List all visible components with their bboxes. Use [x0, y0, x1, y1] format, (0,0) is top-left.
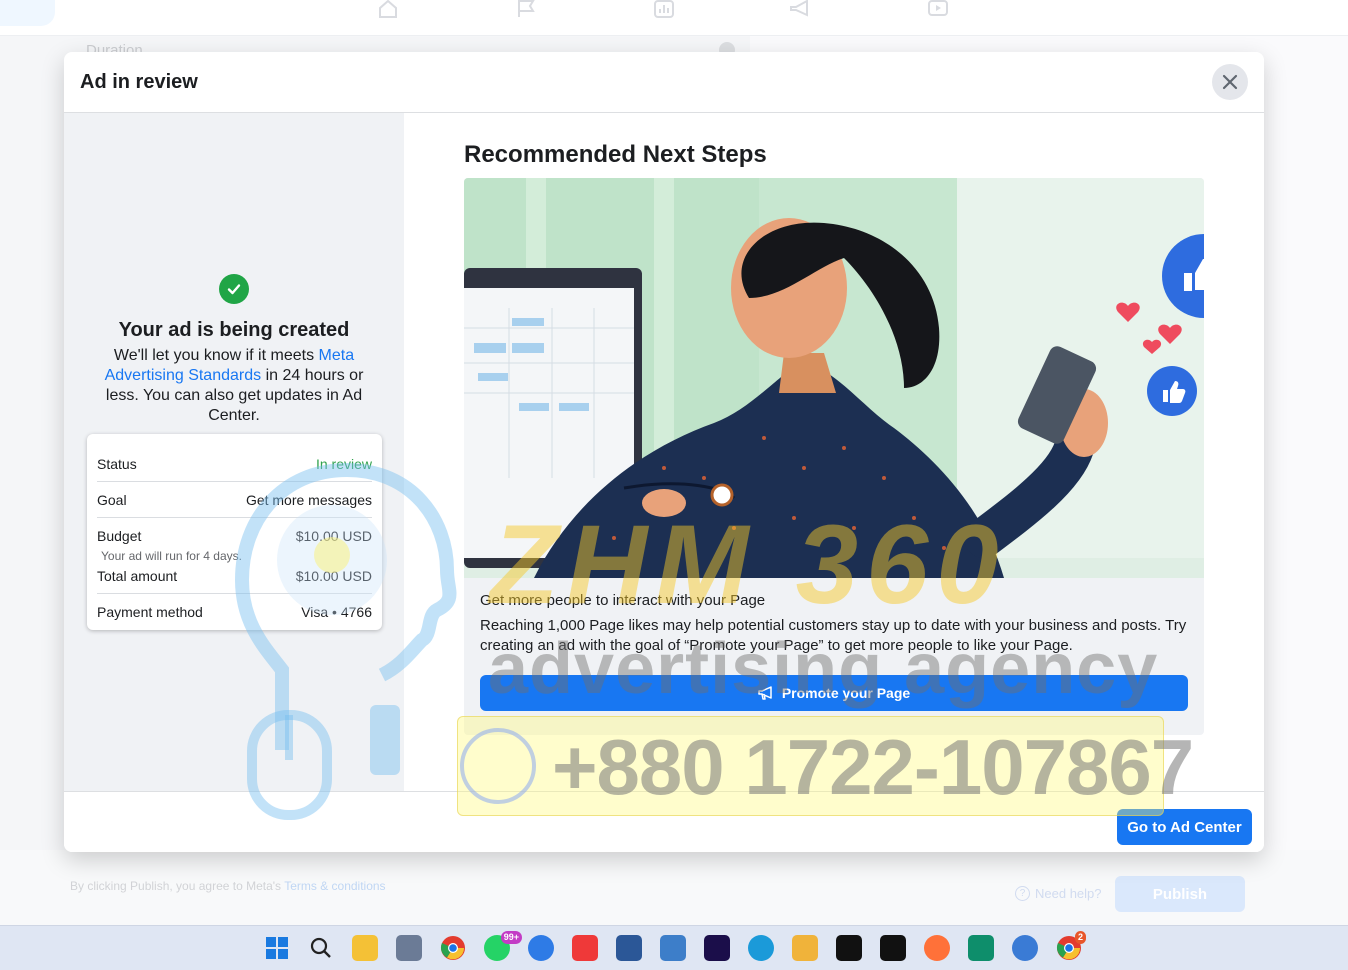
- notepad-icon[interactable]: [660, 935, 686, 961]
- confirmation-title: Your ad is being created: [118, 319, 350, 341]
- ad-in-review-modal: Ad in review Your ad is being created We…: [64, 52, 1264, 852]
- goal-label: Goal: [97, 492, 127, 508]
- windows-start-icon[interactable]: [264, 935, 290, 961]
- confirmation-pane: Your ad is being created We'll let you k…: [64, 113, 404, 791]
- vivaldi-icon[interactable]: [572, 935, 598, 961]
- word-icon[interactable]: [616, 935, 642, 961]
- goal-row: Goal Get more messages: [97, 482, 372, 518]
- promote-page-card: Get more people to interact with your Pa…: [464, 178, 1204, 735]
- budget-label: Budget: [97, 528, 142, 544]
- promote-card-heading: Get more people to interact with your Pa…: [480, 592, 766, 609]
- confirmation-description: We'll let you know if it meets Meta Adve…: [94, 346, 374, 426]
- close-icon: [1222, 74, 1238, 90]
- promote-page-label: Promote your Page: [781, 685, 911, 701]
- firefox-icon[interactable]: [924, 935, 950, 961]
- total-value: $10.00 USD: [295, 568, 372, 584]
- chrome-icon[interactable]: [440, 935, 466, 961]
- search-icon[interactable]: [308, 935, 334, 961]
- windows-taskbar: 99+ 2: [0, 925, 1348, 970]
- next-steps-pane: Recommended Next Steps Get more people t…: [404, 113, 1264, 791]
- app-store-icon[interactable]: [528, 935, 554, 961]
- chrome-profile-icon[interactable]: 2: [1056, 931, 1086, 961]
- modal-header: Ad in review: [64, 52, 1264, 113]
- ms-store-icon[interactable]: [792, 935, 818, 961]
- budget-row: Budget $10.00 USD Your ad will run for 4…: [97, 518, 372, 563]
- megaphone-icon: [758, 686, 772, 700]
- goal-value: Get more messages: [245, 492, 372, 508]
- check-circle-icon: [219, 274, 249, 304]
- terminal-icon[interactable]: [836, 935, 862, 961]
- total-label: Total amount: [97, 568, 178, 584]
- whatsapp-icon[interactable]: 99+: [484, 931, 522, 961]
- chrome-badge: 2: [1074, 931, 1086, 944]
- whatsapp-badge: 99+: [500, 931, 522, 944]
- promote-page-illustration: [464, 178, 1204, 578]
- next-steps-title: Recommended Next Steps: [464, 141, 767, 168]
- modal-title: Ad in review: [80, 71, 198, 93]
- promote-page-button[interactable]: Promote your Page: [480, 675, 1188, 711]
- ad-summary-card: Status In review Goal Get more messages …: [87, 434, 382, 630]
- snipping-tool-icon[interactable]: [396, 935, 422, 961]
- edge-icon[interactable]: [748, 935, 774, 961]
- payment-label: Payment method: [97, 604, 203, 620]
- premiere-icon[interactable]: [704, 935, 730, 961]
- sync-icon[interactable]: [1012, 935, 1038, 961]
- total-row: Total amount $10.00 USD: [97, 558, 372, 594]
- promote-card-body: Reaching 1,000 Page likes may help poten…: [480, 617, 1187, 654]
- filmora-icon[interactable]: [968, 935, 994, 961]
- modal-footer: Go to Ad Center: [64, 791, 1264, 852]
- file-explorer-icon[interactable]: [352, 935, 378, 961]
- capcut-icon[interactable]: [880, 935, 906, 961]
- payment-row: Payment method Visa • 4766: [97, 594, 372, 630]
- payment-value: Visa • 4766: [301, 604, 372, 620]
- close-button[interactable]: [1212, 64, 1248, 100]
- go-to-ad-center-button[interactable]: Go to Ad Center: [1117, 809, 1252, 845]
- budget-value: $10.00 USD: [295, 528, 372, 544]
- status-value: In review: [315, 456, 372, 472]
- status-label: Status: [97, 456, 137, 472]
- confirmation-desc-before: We'll let you know if it meets: [113, 347, 319, 364]
- status-row: Status In review: [97, 434, 372, 482]
